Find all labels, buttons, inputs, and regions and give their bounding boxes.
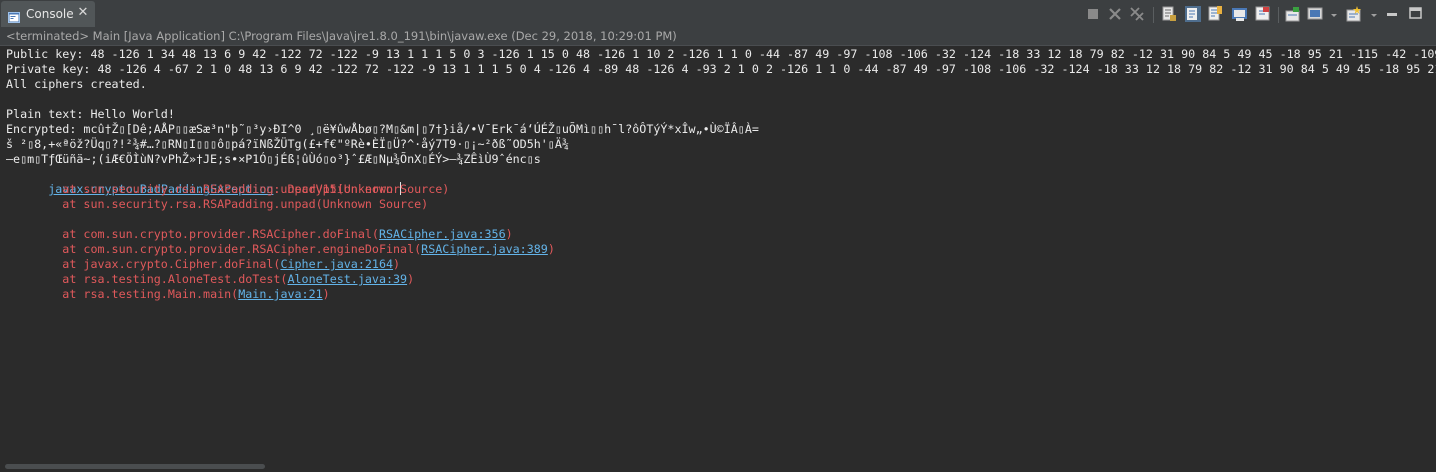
stop-icon	[1088, 9, 1098, 19]
source-link[interactable]: RSACipher.java:389	[421, 242, 548, 256]
open-console-button[interactable]	[1284, 5, 1302, 23]
toolbar-separator	[1278, 7, 1279, 23]
chevron-down-icon	[1331, 14, 1337, 17]
show-stdout-icon	[1185, 6, 1201, 22]
maximize-button[interactable]	[1407, 5, 1425, 23]
view-tab-bar: Console ✕	[0, 0, 1436, 28]
display-selected-console-button[interactable]	[1307, 5, 1325, 23]
stack-trace-text: )	[547, 242, 555, 256]
stack-trace-line: at com.sun.crypto.provider.RSACipher.eng…	[6, 227, 555, 256]
stack-trace-text: )	[407, 272, 415, 286]
display-console-dropdown[interactable]	[1325, 8, 1337, 26]
stdout-line: Encrypted: mcû†Ž▯[Dê;AÅP▯▯æSæ³n"þ˜▯³y›ÐI…	[6, 122, 759, 136]
scroll-lock-icon	[1162, 6, 1176, 21]
stack-trace-line: at sun.security.rsa.RSAPadding.unpadV15(…	[6, 182, 450, 196]
stack-trace-line: at sun.security.rsa.RSAPadding.unpad(Unk…	[6, 197, 429, 211]
terminate-button[interactable]	[1084, 5, 1102, 23]
pin-icon	[1255, 6, 1270, 21]
process-status-bar: <terminated> Main [Java Application] C:\…	[0, 27, 1436, 46]
new-console-icon	[1346, 6, 1361, 22]
stdout-line: Private key: 48 -126 4 -67 2 1 0 48 13 6…	[6, 62, 1436, 76]
tab-label: Console	[26, 7, 74, 21]
remove-all-icon	[1130, 7, 1144, 21]
stack-trace-line: at rsa.testing.Main.main(Main.java:21)	[6, 272, 329, 301]
minimize-button[interactable]	[1383, 5, 1401, 23]
horizontal-scrollbar[interactable]	[0, 461, 1436, 472]
stdout-line: All ciphers created.	[6, 77, 147, 91]
new-console-dropdown[interactable]	[1365, 8, 1377, 26]
scroll-lock-button[interactable]	[1160, 5, 1178, 23]
console-view: Console ✕ <terminated> Main [Java Applic…	[0, 0, 1436, 472]
show-stderr-icon	[1208, 6, 1222, 21]
toolbar-separator	[1153, 7, 1154, 23]
close-icon[interactable]: ✕	[76, 6, 90, 20]
display-console-icon	[1307, 7, 1323, 20]
stdout-line: Plain text: Hello World!	[6, 107, 175, 121]
stderr-line: javax.crypto.BadPaddingException: Decryp…	[6, 167, 402, 196]
show-stdout-button[interactable]	[1184, 5, 1202, 23]
source-link[interactable]: Main.java:21	[238, 287, 322, 301]
new-console-button[interactable]	[1345, 5, 1363, 23]
open-console-icon	[1285, 7, 1300, 22]
word-wrap-icon	[1232, 8, 1247, 21]
stdout-line: —e▯m▯TƒŒüñä~;(iÆ€ÖÌùN?vPhŽ»†JE;s•×P1Ó▯jÉ…	[6, 152, 541, 166]
stdout-line: š ²▯8,+«ªöž?Üq▯?!²¾#…?▯RN▯I▯▯▯ô▯pá?ïNßŽÜ…	[6, 137, 569, 151]
console-tab[interactable]: Console ✕	[1, 1, 95, 27]
stack-trace-line: at javax.crypto.Cipher.doFinal(Cipher.ja…	[6, 242, 400, 271]
pin-console-button[interactable]	[1254, 5, 1272, 23]
remove-all-terminated-button[interactable]	[1128, 5, 1146, 23]
console-output[interactable]: Public key: 48 -126 1 34 48 13 6 9 42 -1…	[0, 46, 1436, 460]
maximize-icon	[1409, 7, 1422, 19]
stack-trace-line: at rsa.testing.AloneTest.doTest(AloneTes…	[6, 257, 414, 286]
stdout-line: Public key: 48 -126 1 34 48 13 6 9 42 -1…	[6, 47, 1436, 61]
scrollbar-thumb[interactable]	[5, 464, 265, 469]
chevron-down-icon	[1371, 14, 1377, 17]
show-stderr-button[interactable]	[1206, 5, 1224, 23]
stack-trace-text: at rsa.testing.Main.main(	[48, 287, 239, 301]
stack-trace-text: )	[322, 287, 330, 301]
process-status-text: <terminated> Main [Java Application] C:\…	[6, 29, 677, 43]
word-wrap-button[interactable]	[1231, 5, 1249, 23]
remove-launch-button[interactable]	[1106, 5, 1124, 23]
stack-trace-line: at com.sun.crypto.provider.RSACipher.doF…	[6, 212, 512, 241]
remove-x-icon	[1109, 8, 1121, 20]
console-icon	[8, 8, 20, 23]
minimize-icon	[1387, 13, 1397, 16]
